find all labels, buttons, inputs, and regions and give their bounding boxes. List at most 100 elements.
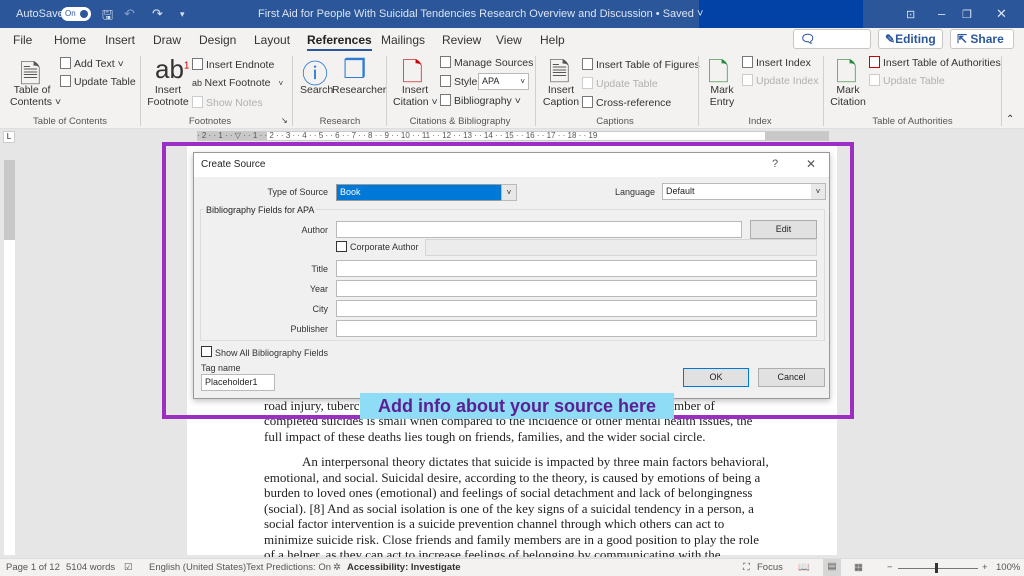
next-footnote-label: Next Footnote [204, 77, 271, 89]
style-label: Style: [454, 76, 481, 88]
insert-citation-button[interactable]: Insert Citation ˅ [393, 84, 438, 108]
zoom-level[interactable]: 100% [996, 562, 1020, 573]
close-window-icon[interactable]: ✕ [996, 6, 1007, 22]
language-status[interactable]: English (United States) [149, 562, 246, 573]
page-count[interactable]: Page 1 of 12 [6, 562, 60, 573]
tab-review[interactable]: Review [442, 33, 481, 47]
insert-footnote-label-1: Insert [154, 84, 182, 96]
save-icon[interactable]: 🖫 [102, 6, 113, 28]
search-button[interactable]: Search [300, 84, 333, 96]
update-captions-table-button[interactable]: Update Table [582, 77, 658, 90]
vertical-ruler[interactable] [4, 160, 15, 555]
ruler-margin-top [4, 160, 15, 240]
update-toa-button[interactable]: Update Table [869, 74, 945, 87]
comments-button[interactable]: 🗨 Comments [793, 29, 871, 64]
read-mode-icon[interactable]: 📖 [798, 562, 810, 573]
toggle-knob [80, 10, 88, 18]
bibliography-button[interactable]: Bibliography ˅ [440, 94, 521, 107]
autosave-state: On [65, 9, 76, 18]
mark-citation-button[interactable]: Mark Citation [829, 84, 867, 108]
tab-selector[interactable]: L [3, 131, 15, 143]
accessibility-icon: ✲ [333, 562, 341, 573]
next-footnote-button[interactable]: ab Next Footnote ˅ [192, 77, 283, 89]
insert-citation-label-2: Citation ˅ [393, 96, 438, 108]
add-text-icon [60, 57, 71, 69]
show-notes-button[interactable]: Show Notes [192, 96, 263, 109]
insert-caption-label-1: Insert [547, 84, 575, 96]
tab-draw[interactable]: Draw [153, 33, 181, 47]
table-of-contents-button[interactable]: Table of Contents ˅ [10, 84, 61, 108]
update-toa-label: Update Table [883, 75, 945, 87]
tab-references[interactable]: References [307, 33, 372, 51]
researcher-button[interactable]: Researcher [332, 84, 386, 96]
insert-footnote-icon: ab1 [155, 54, 190, 84]
editing-button[interactable]: ✎Editing ˅ [878, 29, 943, 65]
title-bar-overlay [699, 0, 863, 28]
proofing-icon[interactable]: ☑ [124, 562, 133, 573]
table-of-figures-icon [582, 58, 593, 70]
zoom-in-button[interactable]: + [982, 562, 988, 573]
comment-icon: 🗨 [800, 32, 816, 46]
zoom-slider[interactable] [898, 568, 978, 569]
insert-table-of-figures-button[interactable]: Insert Table of Figures [582, 58, 700, 71]
footnotes-dialog-launcher-icon[interactable]: ↘ [281, 116, 288, 125]
word-count[interactable]: 5104 words [66, 562, 115, 573]
zoom-out-button[interactable]: − [887, 562, 893, 573]
cross-reference-button[interactable]: Cross-reference [582, 96, 671, 109]
group-label-captions: Captions [596, 116, 634, 127]
undo-icon[interactable]: ↶ [124, 6, 135, 22]
chevron-down-icon[interactable]: ˅ [278, 79, 283, 88]
focus-button[interactable]: Focus [757, 562, 783, 573]
researcher-icon: ❒ [343, 54, 367, 84]
insert-toa-button[interactable]: Insert Table of Authorities [869, 56, 1001, 69]
redo-icon[interactable]: ↷ [152, 6, 163, 22]
manage-sources-label: Manage Sources [454, 57, 534, 69]
insert-footnote-button[interactable]: Insert Footnote [146, 84, 190, 108]
tab-mailings[interactable]: Mailings [381, 33, 425, 47]
ribbon-display-icon[interactable]: ⊡ [906, 8, 915, 21]
tab-design[interactable]: Design [199, 33, 236, 47]
restore-icon[interactable]: ❐ [962, 8, 972, 21]
separator [535, 56, 536, 126]
tab-file[interactable]: File [13, 33, 32, 47]
cross-reference-label: Cross-reference [596, 97, 672, 109]
document-line: emotional, and social. Suicidal desire, … [264, 470, 761, 485]
cross-reference-icon [582, 96, 593, 108]
update-table-button[interactable]: Update Table [60, 75, 136, 88]
customize-toolbar-icon[interactable]: ▾ [180, 9, 185, 20]
minimize-icon[interactable]: – [938, 6, 945, 21]
insert-endnote-button[interactable]: Insert Endnote [192, 58, 274, 71]
update-index-button[interactable]: Update Index [742, 74, 818, 87]
insert-caption-button[interactable]: Insert Caption [541, 84, 581, 108]
horizontal-ruler[interactable]: · 2 · · 1 · · ▽ · · 1 · · 2 · · 3 · · 4 … [197, 131, 829, 141]
insert-citation-label-1: Insert [401, 84, 429, 96]
print-layout-icon[interactable]: ▤ [823, 559, 841, 576]
update-table-icon [60, 75, 71, 87]
add-text-button[interactable]: Add Text ˅ [60, 57, 124, 70]
web-layout-icon[interactable]: ▦ [854, 562, 863, 573]
tab-layout[interactable]: Layout [254, 33, 290, 47]
text-predictions-status[interactable]: Text Predictions: On [246, 562, 331, 573]
tab-view[interactable]: View [496, 33, 522, 47]
tab-insert[interactable]: Insert [105, 33, 135, 47]
insert-table-of-figures-label: Insert Table of Figures [596, 59, 700, 71]
tab-home[interactable]: Home [54, 33, 86, 47]
tab-help[interactable]: Help [540, 33, 565, 47]
autosave-toggle[interactable]: On [61, 7, 91, 21]
insert-toa-icon [869, 56, 880, 68]
style-dropdown[interactable]: APA ˅ [478, 73, 529, 90]
ruler-numbers: · 2 · · 1 · · ▽ · · 1 · · 2 · · 3 · · 4 … [197, 131, 598, 140]
insert-index-button[interactable]: Insert Index [742, 56, 811, 69]
separator [292, 56, 293, 126]
manage-sources-button[interactable]: Manage Sources [440, 56, 533, 69]
group-label-toc: Table of Contents [33, 116, 107, 127]
collapse-ribbon-icon[interactable]: ⌃ [1006, 114, 1014, 125]
share-button[interactable]: ⇱ Share ˅ [950, 29, 1014, 65]
zoom-slider-thumb[interactable] [935, 563, 938, 573]
insert-footnote-label-2: Footnote [147, 96, 189, 108]
accessibility-status[interactable]: Accessibility: Investigate [347, 562, 461, 573]
document-line: social factor intervention is a suicide … [264, 516, 725, 531]
mark-entry-button[interactable]: Mark Entry [708, 84, 736, 108]
document-title[interactable]: First Aid for People With Suicidal Tende… [258, 8, 703, 20]
update-captions-table-label: Update Table [596, 78, 658, 90]
